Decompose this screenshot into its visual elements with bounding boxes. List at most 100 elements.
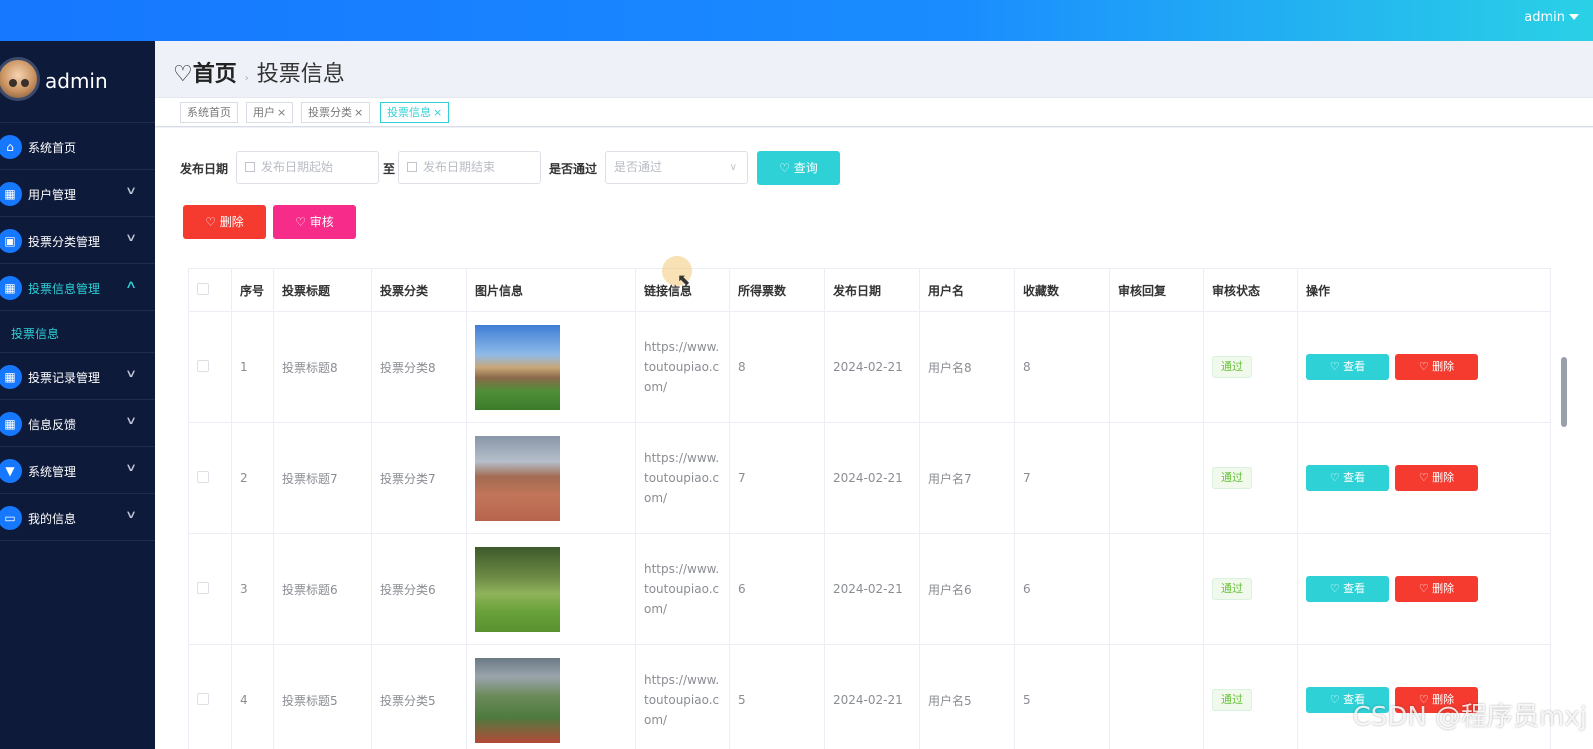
caret-down-icon[interactable] <box>1569 14 1579 20</box>
view-button[interactable]: ♡ 查看 <box>1306 465 1389 491</box>
chevron-down-icon: ∨ <box>124 414 138 427</box>
vote-image[interactable] <box>475 546 560 632</box>
status-badge: 通过 <box>1212 578 1252 600</box>
cell-status: 通过 <box>1203 533 1298 645</box>
status-badge: 通过 <box>1212 689 1252 711</box>
delete-button[interactable]: ♡ 删除 <box>1395 576 1478 602</box>
cell-user: 用户名7 <box>919 422 1015 534</box>
audit-button[interactable]: ♡ 审核 <box>273 205 356 239</box>
scrollbar[interactable] <box>1561 357 1567 427</box>
vote-image[interactable] <box>475 435 560 521</box>
table-row[interactable]: 4 投票标题5 投票分类5 https://www.toutoupiao.com/5 2… <box>188 644 1551 749</box>
vote-image[interactable] <box>475 324 560 410</box>
chevron-down-icon: ∨ <box>124 508 138 521</box>
mouse-cursor-icon: ⬉ <box>677 270 691 289</box>
pass-select[interactable]: 是否通过 ∨ <box>605 151 748 184</box>
close-icon[interactable]: × <box>277 106 286 119</box>
delete-button[interactable]: ♡ 删除 <box>1395 465 1478 491</box>
chevron-down-icon: ∨ <box>124 231 138 244</box>
column-header: 投票分类 <box>371 268 467 312</box>
cell-index: 3 <box>231 533 274 645</box>
checkbox[interactable] <box>197 470 209 483</box>
cell-user: 用户名5 <box>919 644 1015 749</box>
sidebar-item[interactable]: ▦ 投票记录管理 ∨ <box>0 353 155 400</box>
chevron-up-icon: ∧ <box>124 278 138 291</box>
date-start-input[interactable]: 发布日期起始 <box>236 151 379 184</box>
checkbox[interactable] <box>197 359 209 372</box>
delete-button[interactable]: ♡ 删除 <box>1395 354 1478 380</box>
cell-favs: 5 <box>1014 644 1110 749</box>
cell-votes: 6 <box>729 533 825 645</box>
vote-image[interactable] <box>475 657 560 743</box>
sidebar-item[interactable]: ▦ 投票信息管理 ∧ <box>0 264 155 311</box>
sidebar-item[interactable]: ▼ 系统管理 ∨ <box>0 447 155 494</box>
cell-status: 通过 <box>1203 422 1298 534</box>
sidebar-item-label: 系统首页 <box>28 141 77 155</box>
cell-index: 4 <box>231 644 274 749</box>
select-cell <box>188 422 232 534</box>
table-row[interactable]: 3 投票标题6 投票分类6 https://www.toutoupiao.com/6 2… <box>188 533 1551 645</box>
cell-title: 投票标题8 <box>273 311 372 423</box>
tag-user[interactable]: 用户 × <box>246 102 294 123</box>
cell-link-text: https://www.toutoupiao.com/ <box>644 451 720 505</box>
select-cell <box>188 533 232 645</box>
close-icon[interactable]: × <box>433 106 442 119</box>
user-menu[interactable]: admin <box>1524 10 1565 25</box>
heart-icon: ♡ <box>173 62 193 87</box>
column-header: 操作 <box>1297 268 1551 312</box>
vote-table: 序号 投票标题 投票分类 图片信息 链接信息 所得票数 发布日期 用户名 收藏数… <box>188 268 1551 749</box>
column-header: 图片信息 <box>466 268 636 312</box>
cell-status: 通过 <box>1203 644 1298 749</box>
table-row[interactable]: 2 投票标题7 投票分类7 https://www.toutoupiao.com/7 2… <box>188 422 1551 534</box>
avatar-eye-icon <box>9 79 17 87</box>
date-filter-label: 发布日期 <box>180 162 229 176</box>
sidebar-item[interactable]: ▦ 用户管理 ∨ <box>0 170 155 217</box>
sidebar-item[interactable]: ▦ 信息反馈 ∨ <box>0 400 155 447</box>
cell-link: https://www.toutoupiao.com/ <box>635 533 730 645</box>
sidebar-item-label: 投票分类管理 <box>28 235 101 249</box>
tag-system-home[interactable]: 系统首页 <box>180 102 238 123</box>
cell-link-text: https://www.toutoupiao.com/ <box>644 562 720 616</box>
cell-title: 投票标题5 <box>273 644 372 749</box>
table-body: 1 投票标题8 投票分类8 https://www.toutoupiao.com/8 2… <box>188 311 1551 749</box>
cell-image <box>466 422 636 534</box>
checkbox[interactable] <box>197 581 209 594</box>
checkbox[interactable] <box>197 282 209 295</box>
clipboard-icon: ▣ <box>0 229 22 253</box>
sidebar-item[interactable]: ▭ 我的信息 ∨ <box>0 494 155 541</box>
tag-vote-info[interactable]: 投票信息 × <box>380 102 450 123</box>
tag-vote-category[interactable]: 投票分类 × <box>301 102 371 123</box>
date-end-input[interactable]: 发布日期结束 <box>398 151 541 184</box>
batch-delete-button[interactable]: ♡ 删除 <box>183 205 266 239</box>
sidebar-header: admin <box>0 41 155 123</box>
cell-favs: 7 <box>1014 422 1110 534</box>
column-header: 用户名 <box>919 268 1015 312</box>
status-badge: 通过 <box>1212 356 1252 378</box>
cell-title: 投票标题6 <box>273 533 372 645</box>
select-cell <box>188 644 232 749</box>
sidebar-item-label: 投票记录管理 <box>28 371 101 385</box>
view-button[interactable]: ♡ 查看 <box>1306 576 1389 602</box>
table-row[interactable]: 1 投票标题8 投票分类8 https://www.toutoupiao.com/8 2… <box>188 311 1551 423</box>
column-header: 收藏数 <box>1014 268 1110 312</box>
cell-date: 2024-02-21 <box>824 311 920 423</box>
query-button[interactable]: ♡ 查询 <box>757 151 840 185</box>
sidebar-item[interactable]: ▣ 投票分类管理 ∨ <box>0 217 155 264</box>
cell-date: 2024-02-21 <box>824 422 920 534</box>
cell-user: 用户名8 <box>919 311 1015 423</box>
header-select-all[interactable] <box>188 268 232 312</box>
sidebar-subitem-label: 投票信息 <box>11 327 60 341</box>
cell-category: 投票分类6 <box>371 533 467 645</box>
checkbox[interactable] <box>197 692 209 705</box>
select-cell <box>188 311 232 423</box>
view-button[interactable]: ♡ 查看 <box>1306 354 1389 380</box>
sidebar-item[interactable]: ⌂ 系统首页 <box>0 123 155 170</box>
cell-index: 1 <box>231 311 274 423</box>
table-header-row: 序号 投票标题 投票分类 图片信息 链接信息 所得票数 发布日期 用户名 收藏数… <box>188 268 1551 312</box>
breadcrumb-home[interactable]: 首页 <box>193 62 237 87</box>
cell-date: 2024-02-21 <box>824 644 920 749</box>
cell-reply <box>1109 533 1204 645</box>
close-icon[interactable]: × <box>354 106 363 119</box>
sidebar-subitem-vote-info[interactable]: 投票信息 <box>0 311 155 353</box>
sidebar-item-label: 系统管理 <box>28 465 77 479</box>
